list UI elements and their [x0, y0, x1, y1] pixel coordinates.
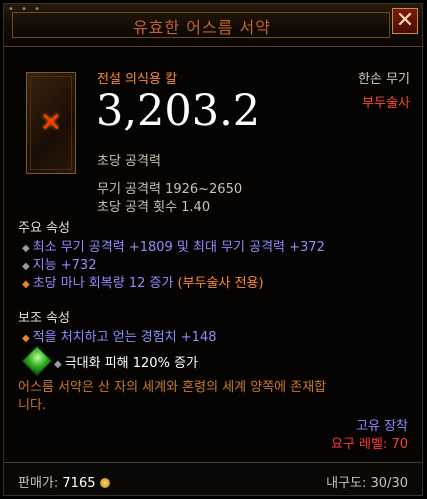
secondary-label: 보조 속성	[18, 311, 70, 326]
item-image: ✕	[26, 72, 76, 174]
account-bound: 고유 장착	[356, 419, 408, 434]
item-tooltip: • • • 유효한 어스름 서약 ✕ ✕ 전설 의식용 칼 한손 무기 부두술사…	[3, 3, 423, 496]
class-only-note: (부두술사 전용)	[173, 276, 264, 291]
primary-stat: ◆ 초당 마나 회복량 12 증가 (부두술사 전용)	[22, 276, 264, 291]
attack-speed: 초당 공격 횟수 1.40	[97, 200, 211, 215]
close-button[interactable]: ✕	[392, 8, 418, 34]
diamond-bullet-icon: ◆	[22, 279, 30, 290]
primary-label: 주요 속성	[18, 221, 70, 236]
item-type: 전설 의식용 칼	[97, 72, 178, 87]
item-hand: 한손 무기	[358, 72, 410, 87]
flavor-text-line1: 어스름 서약은 산 자의 세계와 혼령의 세계 양쪽에 존재합	[18, 380, 327, 395]
gem-effect: ◆ 극대화 피해 120% 증가	[54, 356, 198, 371]
diamond-bullet-icon: ◆	[54, 359, 62, 370]
diamond-bullet-icon: ◆	[22, 243, 30, 254]
tooltip-header: • • • 유효한 어스름 서약 ✕	[4, 4, 422, 47]
emerald-gem-icon	[21, 345, 53, 377]
unusable-x-icon: ✕	[40, 108, 62, 138]
item-name: 유효한 어스름 서약	[133, 18, 271, 37]
damage-value: 3,203.2	[96, 86, 261, 136]
sell-price: 판매가: 7165	[18, 472, 110, 491]
primary-stat: ◆ 지능 +732	[22, 258, 97, 273]
diamond-bullet-icon: ◆	[22, 261, 30, 272]
class-restriction: 부두술사	[362, 96, 410, 111]
diamond-bullet-icon: ◆	[22, 333, 30, 344]
weapon-damage: 무기 공격력 1926~2650	[97, 182, 243, 197]
flavor-text-line2: 니다.	[18, 398, 47, 413]
gold-coin-icon	[99, 478, 110, 488]
damage-label: 초당 공격력	[97, 154, 161, 169]
tooltip-footer: 판매가: 7165 내구도: 30/30	[4, 462, 422, 495]
durability: 내구도: 30/30	[326, 476, 408, 491]
primary-stat: ◆ 최소 무기 공격력 +1809 및 최대 무기 공격력 +372	[22, 240, 325, 255]
required-level: 요구 레벨: 70	[330, 437, 408, 452]
secondary-stat: ◆ 적을 처치하고 얻는 경험치 +148	[22, 330, 217, 345]
